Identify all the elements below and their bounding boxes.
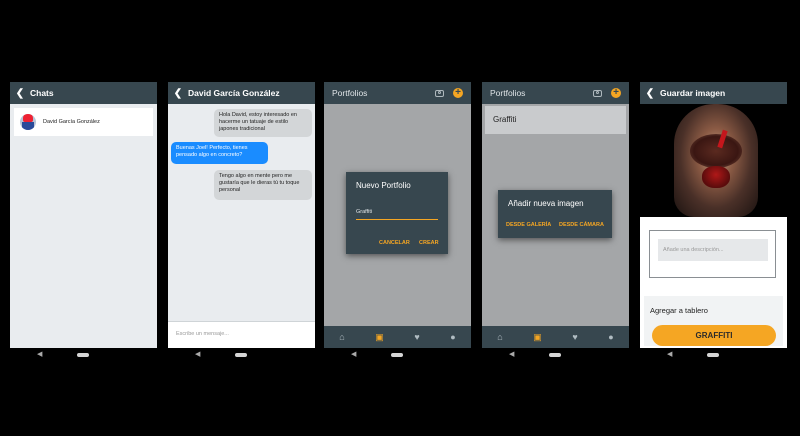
back-arrow-icon[interactable]: ❮ <box>640 88 660 99</box>
system-nav-bar: ◀ <box>482 350 629 362</box>
tattoo-image <box>640 104 787 217</box>
system-back-icon[interactable]: ◀ <box>667 350 672 358</box>
app-bar: ❮ Chats <box>10 82 157 104</box>
system-nav-bar: ◀ <box>10 350 157 362</box>
from-gallery-button[interactable]: DESDE GALERÍA <box>506 222 551 228</box>
board-button-label: GRAFFITI <box>695 331 733 340</box>
save-image-screen: ❮ Guardar imagen Añade una descripción..… <box>640 82 787 348</box>
chats-screen: ❮ Chats David García González <box>10 82 157 348</box>
page-title: Portfolios <box>332 88 368 98</box>
system-back-icon[interactable]: ◀ <box>351 350 356 358</box>
contact-name: David García González <box>43 119 100 125</box>
portfolios-screen: Portfolios + Graffiti Añadir nueva image… <box>482 82 629 348</box>
message-incoming: Tengo algo en mente pero me gustaría que… <box>214 170 312 200</box>
bottom-nav: ⌂ ▣ ♥ ● <box>482 326 629 348</box>
from-camera-button[interactable]: DESDE CÁMARA <box>559 222 604 228</box>
camera-icon[interactable] <box>593 89 602 97</box>
board-card: Agregar a tablero GRAFFITI <box>644 296 783 346</box>
home-icon[interactable]: ⌂ <box>339 332 344 342</box>
page-title: Portfolios <box>490 88 526 98</box>
conversation-screen: ❮ David García González Hola David, esto… <box>168 82 315 348</box>
message-input-bar: Escribe un mensaje... <box>168 321 315 348</box>
description-input[interactable]: Añade una descripción... <box>658 239 768 261</box>
bottom-nav: ⌂ ▣ ♥ ● <box>324 326 471 348</box>
portfolios-screen: Portfolios + Nuevo Portfolio Graffiti CA… <box>324 82 471 348</box>
gallery-icon[interactable]: ▣ <box>533 332 542 343</box>
profile-icon[interactable]: ● <box>450 332 455 342</box>
page-title: Chats <box>30 88 54 98</box>
message-incoming: Hola David, estoy interesado en hacerme … <box>214 109 312 137</box>
app-bar: ❮ David García González <box>168 82 315 104</box>
gallery-icon[interactable]: ▣ <box>375 332 384 343</box>
system-nav-bar: ◀ <box>168 350 315 362</box>
portfolio-name-input[interactable]: Graffiti <box>356 209 372 215</box>
system-home-icon[interactable] <box>235 353 247 357</box>
back-arrow-icon[interactable]: ❮ <box>10 88 30 99</box>
heart-icon[interactable]: ♥ <box>414 332 419 342</box>
app-bar: Portfolios + <box>324 82 471 104</box>
home-icon[interactable]: ⌂ <box>497 332 502 342</box>
system-nav-bar: ◀ <box>324 350 471 362</box>
add-circle-icon[interactable]: + <box>611 88 621 98</box>
new-portfolio-dialog: Nuevo Portfolio Graffiti CANCELAR CREAR <box>346 172 448 254</box>
avatar <box>20 114 36 130</box>
message-outgoing: Buenas Joel! Perfecto, tienes pensado al… <box>171 142 268 164</box>
system-home-icon[interactable] <box>707 353 719 357</box>
portfolio-list-item[interactable]: Graffiti <box>485 106 626 134</box>
page-title: David García González <box>188 88 280 98</box>
system-back-icon[interactable]: ◀ <box>509 350 514 358</box>
dialog-title: Añadir nueva imagen <box>508 199 584 208</box>
system-home-icon[interactable] <box>391 353 403 357</box>
page-title: Guardar imagen <box>660 88 726 98</box>
system-home-icon[interactable] <box>77 353 89 357</box>
app-bar: ❮ Guardar imagen <box>640 82 787 104</box>
profile-icon[interactable]: ● <box>608 332 613 342</box>
create-button[interactable]: CREAR <box>419 240 439 246</box>
description-placeholder: Añade una descripción... <box>663 247 724 253</box>
system-back-icon[interactable]: ◀ <box>195 350 200 358</box>
board-label: Agregar a tablero <box>650 306 708 315</box>
system-back-icon[interactable]: ◀ <box>37 350 42 358</box>
camera-icon[interactable] <box>435 89 444 97</box>
portfolio-name: Graffiti <box>493 115 517 124</box>
heart-icon[interactable]: ♥ <box>572 332 577 342</box>
input-underline <box>356 219 438 220</box>
dialog-title: Nuevo Portfolio <box>356 181 411 190</box>
graffiti-board-button[interactable]: GRAFFITI <box>652 325 776 346</box>
system-nav-bar: ◀ <box>640 350 787 362</box>
message-input[interactable]: Escribe un mensaje... <box>176 331 229 337</box>
chat-list-item[interactable]: David García González <box>14 108 153 136</box>
add-circle-icon[interactable]: + <box>453 88 463 98</box>
add-image-dialog: Añadir nueva imagen DESDE GALERÍA DESDE … <box>498 190 612 238</box>
system-home-icon[interactable] <box>549 353 561 357</box>
cancel-button[interactable]: CANCELAR <box>379 240 410 246</box>
back-arrow-icon[interactable]: ❮ <box>168 88 188 99</box>
description-card: Añade una descripción... <box>649 230 776 278</box>
app-bar: Portfolios + <box>482 82 629 104</box>
